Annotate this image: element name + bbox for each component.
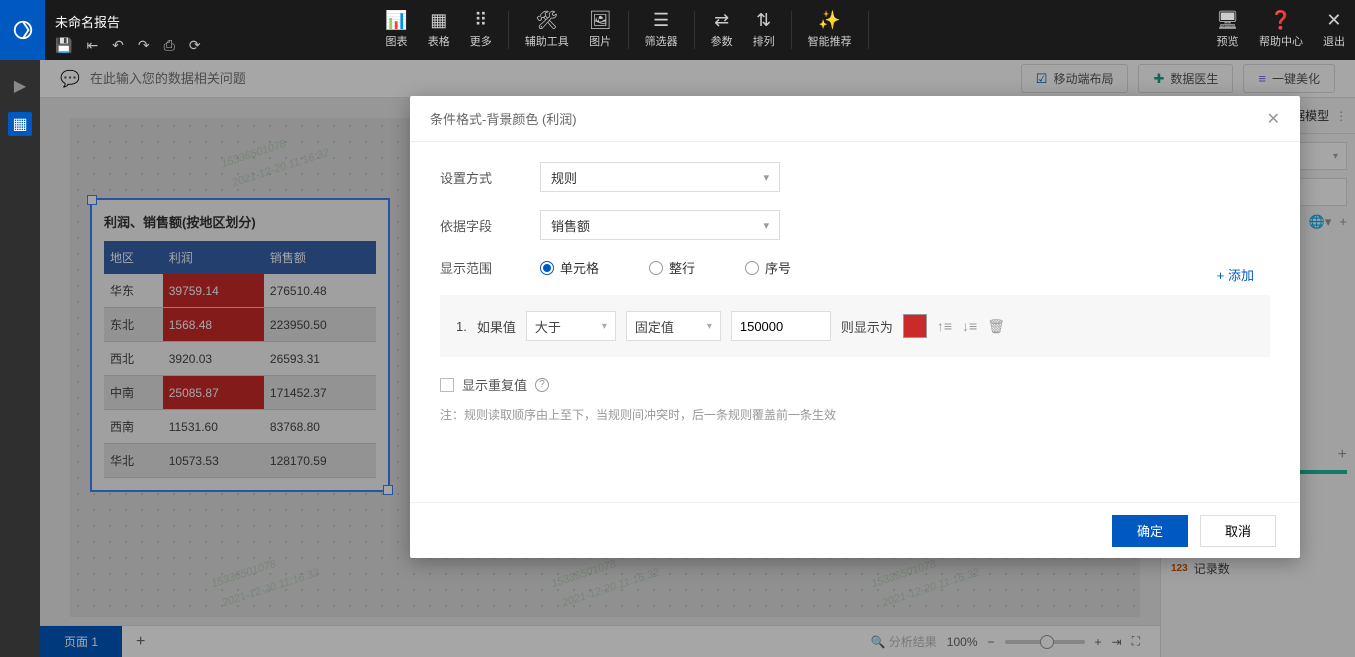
report-title: 未命名报告 (55, 12, 201, 31)
back-icon[interactable]: ⇤ (86, 37, 98, 54)
toolbar-筛选器[interactable]: ☰筛选器 (635, 11, 688, 49)
add-rule-button[interactable]: + 添加 (1217, 265, 1254, 284)
redo-icon[interactable]: ↷ (138, 37, 150, 54)
show-duplicate-checkbox[interactable] (440, 378, 454, 392)
rule-box: 1. 如果值 大于▾ 固定值▾ 则显示为 ↑≡ ↓≡ 🗑 (440, 295, 1270, 357)
toolbar-排列[interactable]: ⇅排列 (743, 11, 785, 49)
rule-value-input[interactable] (731, 311, 831, 341)
field-label: 依据字段 (440, 216, 540, 235)
action-预览[interactable]: 🖥预览 (1206, 11, 1249, 49)
toolbar-center: 📊图表▦表格⠿更多 🛠辅助工具🖼图片 ☰筛选器 ⇄参数⇅排列 ✨智能推荐 (369, 11, 868, 49)
toolbar-图片[interactable]: 🖼图片 (579, 11, 622, 49)
rule-op-select[interactable]: 大于▾ (526, 311, 616, 341)
toolbar-参数[interactable]: ⇄参数 (701, 11, 743, 49)
toolbar-更多[interactable]: ⠿更多 (460, 11, 502, 49)
conditional-format-modal: 条件格式-背景颜色 (利润) ✕ 设置方式 规则▾ 依据字段 销售额▾ 显示范围… (410, 96, 1300, 558)
toolbar-智能推荐[interactable]: ✨智能推荐 (798, 11, 862, 49)
modal-title: 条件格式-背景颜色 (利润) (430, 109, 577, 128)
export-icon[interactable]: ⎙ (164, 37, 175, 54)
sort-desc-icon[interactable]: ↓≡ (962, 318, 977, 335)
action-帮助中心[interactable]: ❓帮助中心 (1249, 11, 1313, 49)
field-select[interactable]: 销售额▾ (540, 210, 780, 240)
mode-label: 设置方式 (440, 168, 540, 187)
scope-radio-序号[interactable]: 序号 (745, 258, 791, 277)
undo-icon[interactable]: ↶ (112, 37, 124, 54)
scope-radio-整行[interactable]: 整行 (649, 258, 695, 277)
delete-rule-icon[interactable]: 🗑 (987, 318, 1005, 335)
then-label: 则显示为 (841, 317, 893, 336)
toolbar-表格[interactable]: ▦表格 (418, 11, 460, 49)
top-header: 未命名报告 💾 ⇤ ↶ ↷ ⎙ ⟳ 📊图表▦表格⠿更多 🛠辅助工具🖼图片 ☰筛选器 ⇄… (0, 0, 1355, 60)
toolbar-right: 🖥预览❓帮助中心✕退出 (1206, 11, 1355, 49)
scope-radio-单元格[interactable]: 单元格 (540, 258, 599, 277)
toolbar-辅助工具[interactable]: 🛠辅助工具 (515, 11, 579, 49)
scope-label: 显示范围 (440, 258, 540, 277)
rule-type-select[interactable]: 固定值▾ (626, 311, 721, 341)
scope-radio-group: 单元格 整行 序号 (540, 258, 791, 277)
left-sidebar: ▶ ▦ (0, 60, 40, 657)
rule-index: 1. (456, 319, 467, 334)
action-退出[interactable]: ✕退出 (1313, 11, 1355, 49)
help-icon[interactable]: ? (535, 378, 549, 392)
color-swatch[interactable] (903, 314, 927, 338)
close-icon[interactable]: ✕ (1267, 109, 1280, 129)
rule-note: 注：规则读取顺序由上至下，当规则间冲突时，后一条规则覆盖前一条生效 (440, 406, 1270, 423)
ok-button[interactable]: 确定 (1112, 515, 1188, 547)
if-label: 如果值 (477, 317, 516, 336)
title-quick-actions: 💾 ⇤ ↶ ↷ ⎙ ⟳ (55, 37, 201, 54)
refresh-icon[interactable]: ⟳ (189, 37, 201, 54)
mode-select[interactable]: 规则▾ (540, 162, 780, 192)
app-logo[interactable] (0, 0, 45, 60)
save-icon[interactable]: 💾 (55, 37, 72, 54)
sort-asc-icon[interactable]: ↑≡ (937, 318, 952, 335)
cancel-button[interactable]: 取消 (1200, 515, 1276, 547)
sidebar-grid-icon[interactable]: ▦ (8, 112, 32, 136)
show-duplicate-label: 显示重复值 (462, 375, 527, 394)
sidebar-play-icon[interactable]: ▶ (8, 74, 32, 98)
toolbar-图表[interactable]: 📊图表 (375, 11, 417, 49)
